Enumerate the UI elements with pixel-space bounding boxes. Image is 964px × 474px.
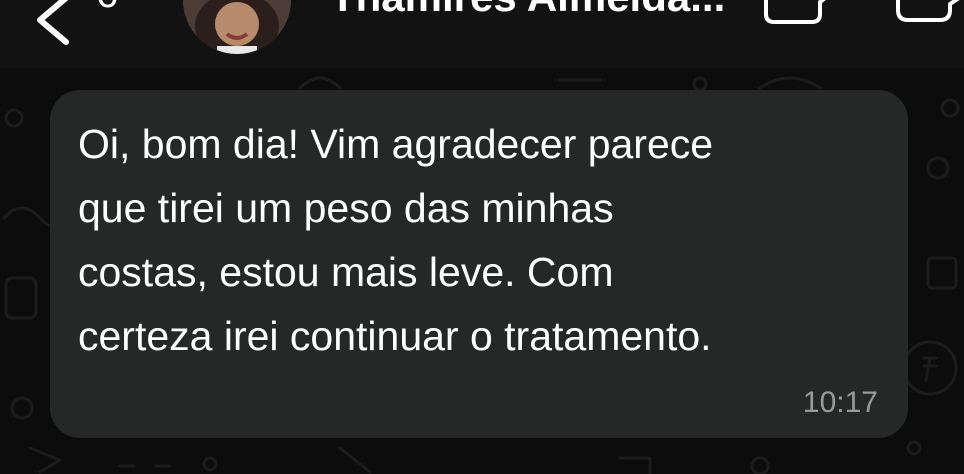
chat-wallpaper: Oi, bom dia! Vim agradecer parece que ti… [0,68,964,474]
contact-name[interactable]: Thamires Almeida... [330,0,725,18]
phone-icon [896,0,960,22]
video-call-button[interactable] [762,0,840,28]
unread-count[interactable]: 6 [96,0,118,14]
message-timestamp: 10:17 [802,386,878,419]
chevron-left-icon [37,0,69,45]
message-bubble[interactable]: Oi, bom dia! Vim agradecer parece que ti… [50,90,908,438]
avatar-image [183,0,291,54]
message-text: Oi, bom dia! Vim agradecer parece que ti… [78,121,714,359]
chat-header: 6 Thamires Almeida... [0,0,964,68]
avatar[interactable] [183,0,291,54]
voice-call-button[interactable] [892,0,964,28]
video-camera-icon [764,0,826,24]
